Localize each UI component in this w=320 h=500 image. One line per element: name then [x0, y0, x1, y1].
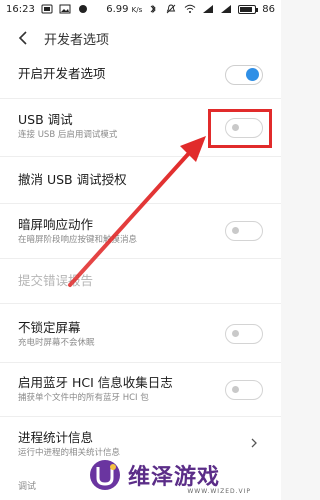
watermark: 维泽游戏 WWW.WIZED.VIP	[88, 450, 281, 500]
screen: 16:23 6.99 K/s 86 开发者选项 开启开发者选项 USB 调试 连…	[0, 0, 281, 500]
watermark-logo-icon	[90, 460, 120, 490]
watermark-subtext: WWW.WIZED.VIP	[187, 488, 251, 495]
watermark-text: 维泽游戏	[128, 465, 221, 490]
annotation-arrow-icon	[68, 136, 206, 287]
